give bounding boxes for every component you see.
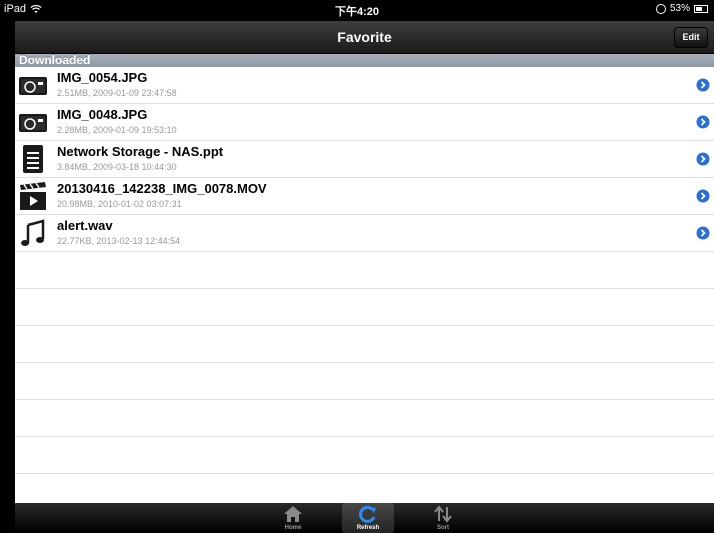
file-name: IMG_0054.JPG <box>57 70 148 85</box>
empty-row <box>15 289 714 326</box>
battery-percent: 53% <box>669 3 690 14</box>
tab-label: Sort <box>437 525 449 531</box>
file-info: 2.28MB, 2009-01-09 19:53:10 <box>57 125 177 135</box>
status-right: 53% <box>655 3 708 14</box>
status-time: 下午4:20 <box>334 6 380 18</box>
file-name: IMG_0048.JPG <box>57 107 148 122</box>
file-name: 20130416_142238_IMG_0078.MOV <box>57 181 267 196</box>
camera-icon <box>19 77 47 95</box>
detail-disclosure-icon[interactable] <box>696 115 710 129</box>
file-info: 2.51MB, 2009-01-09 23:47:58 <box>57 88 177 98</box>
tab-refresh[interactable]: Refresh <box>342 503 394 533</box>
list-item[interactable]: IMG_0048.JPG 2.28MB, 2009-01-09 19:53:10 <box>15 104 714 141</box>
camera-icon <box>19 114 47 132</box>
detail-disclosure-icon[interactable] <box>696 226 710 240</box>
sort-icon <box>434 505 452 523</box>
tab-label: Refresh <box>356 525 380 531</box>
status-bar: iPad 下午4:20 53% <box>0 0 714 20</box>
file-name: Network Storage - NAS.ppt <box>57 144 224 159</box>
refresh-icon <box>359 505 376 523</box>
document-icon <box>23 145 43 173</box>
file-info: 3.84MB, 2009-03-18 10:44:30 <box>57 162 177 172</box>
section-header-downloaded: Downloaded <box>15 54 714 67</box>
tab-label: Home <box>284 525 302 531</box>
orientation-lock-icon <box>655 3 666 14</box>
music-note-icon <box>21 219 45 246</box>
tab-sort[interactable]: Sort <box>417 503 469 533</box>
file-list: IMG_0054.JPG 2.51MB, 2009-01-09 23:47:58… <box>15 67 714 511</box>
empty-row <box>15 363 714 400</box>
file-info: 22.77KB, 2013-02-13 12:44:54 <box>57 236 181 246</box>
page-title: Favorite <box>337 29 392 45</box>
video-icon <box>20 182 46 210</box>
list-item[interactable]: alert.wav 22.77KB, 2013-02-13 12:44:54 <box>15 215 714 252</box>
list-item[interactable]: Network Storage - NAS.ppt 3.84MB, 2009-0… <box>15 141 714 178</box>
nav-bar: Favorite Edit <box>15 21 714 54</box>
edit-button[interactable]: Edit <box>674 27 708 48</box>
file-name: alert.wav <box>57 218 113 233</box>
list-item[interactable]: 20130416_142238_IMG_0078.MOV 20.98MB, 20… <box>15 178 714 215</box>
empty-row <box>15 252 714 289</box>
battery-icon <box>694 4 708 13</box>
tab-home[interactable]: Home <box>267 503 319 533</box>
empty-row <box>15 326 714 363</box>
empty-row <box>15 400 714 437</box>
detail-disclosure-icon[interactable] <box>696 78 710 92</box>
home-icon <box>284 506 302 522</box>
detail-disclosure-icon[interactable] <box>696 152 710 166</box>
file-info: 20.98MB, 2010-01-02 03:07:31 <box>57 199 182 209</box>
tab-bar: Home Refresh Sort <box>15 503 714 533</box>
empty-row <box>15 437 714 474</box>
detail-disclosure-icon[interactable] <box>696 189 710 203</box>
list-item[interactable]: IMG_0054.JPG 2.51MB, 2009-01-09 23:47:58 <box>15 67 714 104</box>
